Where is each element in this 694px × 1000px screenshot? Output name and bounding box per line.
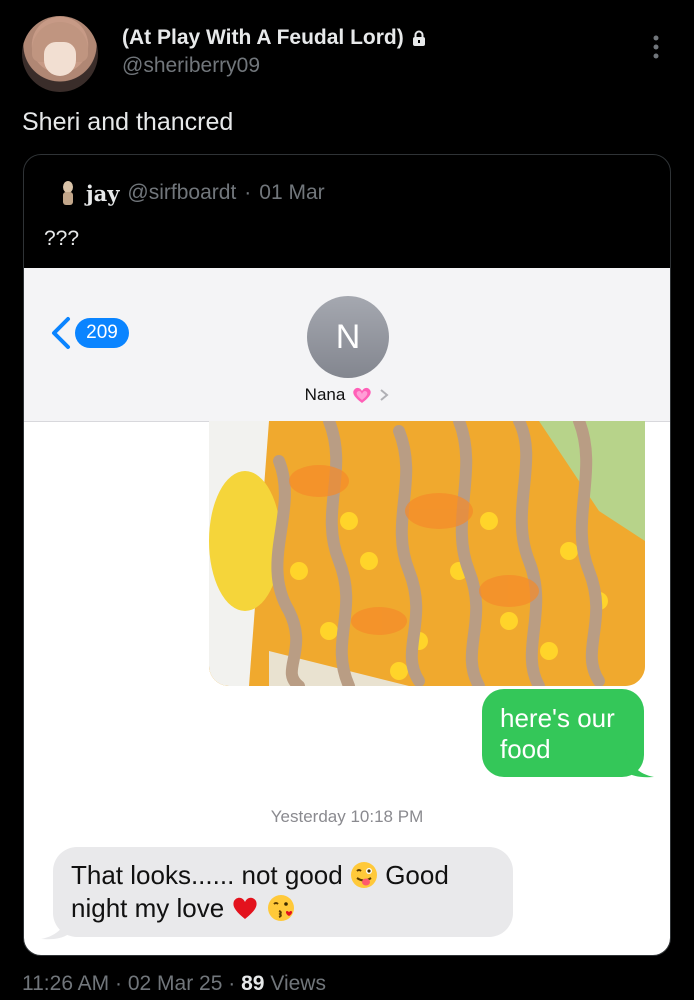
quoted-post-text: ??? — [44, 227, 80, 250]
red-heart-emoji-icon — [233, 897, 258, 919]
post-meta: 11:26 AM · 02 Mar 25 · 89 Views — [22, 972, 326, 996]
contact-name-row[interactable]: Nana — [24, 384, 670, 406]
author-name-text[interactable]: (At Play With A Feudal Lord) — [122, 26, 404, 50]
contact-name: Nana — [304, 385, 346, 404]
meta-separator-1: · — [115, 972, 123, 995]
quoted-post[interactable]: jay @sirfboardt · 01 Mar ??? 209 N Nana — [23, 154, 671, 956]
pink-heart-icon — [353, 387, 372, 403]
kiss-emoji-icon — [267, 895, 294, 921]
quoted-separator: · — [244, 181, 252, 204]
outgoing-message-bubble[interactable]: here's our food — [482, 689, 644, 777]
winking-tongue-emoji-icon — [350, 862, 377, 888]
meta-separator-2: · — [228, 972, 236, 995]
contact-avatar[interactable]: N — [307, 296, 389, 378]
incoming-message-bubble[interactable]: That looks...... not good Good night my … — [53, 847, 513, 937]
message-timestamp: Yesterday 10:18 PM — [270, 807, 424, 826]
post-text: Sheri and thancred — [22, 108, 234, 136]
food-photo[interactable] — [209, 421, 645, 686]
back-chevron-icon[interactable] — [48, 316, 74, 350]
chevron-right-icon — [380, 389, 389, 401]
imessage-header: 209 N Nana — [24, 268, 670, 422]
author-handle[interactable]: @sheriberry09 — [122, 54, 260, 78]
author-avatar[interactable] — [22, 16, 98, 92]
quoted-author-handle[interactable]: @sirfboardt — [127, 181, 236, 205]
views-count[interactable]: 89 — [241, 972, 264, 995]
post-date[interactable]: 02 Mar 25 — [128, 972, 223, 995]
post-time[interactable]: 11:26 AM — [22, 972, 109, 995]
imessage-screenshot[interactable]: 209 N Nana here's our food Yesterday 10:… — [24, 268, 670, 955]
more-icon[interactable] — [644, 32, 668, 62]
quoted-author-avatar[interactable] — [58, 179, 78, 207]
quoted-post-header: jay @sirfboardt · 01 Mar — [58, 179, 325, 207]
quoted-date: 01 Mar — [259, 181, 325, 204]
views-label: Views — [270, 972, 326, 995]
unread-count-badge[interactable]: 209 — [75, 318, 129, 348]
quoted-author-name[interactable]: jay — [86, 181, 119, 206]
outgoing-bubble-tail — [624, 746, 654, 778]
incoming-message-text-1: That looks...... not good — [71, 860, 343, 890]
author-display-name[interactable]: (At Play With A Feudal Lord) — [122, 26, 426, 50]
food-photo-illustration — [209, 421, 645, 686]
lock-icon — [412, 30, 425, 46]
